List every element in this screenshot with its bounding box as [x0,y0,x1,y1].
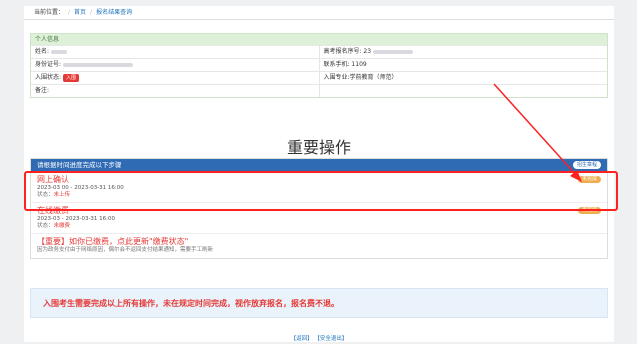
refresh-payment-link[interactable]: 【重要】如你已缴费，点此更新"缴费状态" [37,237,601,247]
table-row: 入围状态: 入围 入围专业:学前教育（师范） [31,71,607,84]
notice-text: 因为政务支付由于网络原因，偶尔会不返回支付结果通知，需要手工刷新 [37,247,214,253]
remark-cell: 备注: [35,87,50,94]
admission-status-cell: 入围状态: 入围 [31,72,319,84]
breadcrumb: 当前位置： / 首页 / 报名结果查询 [24,6,614,20]
step-time: 2023-03 - 2023-03-31 16:00 [37,216,116,222]
warning-box: 入围考生需要完成以上所有操作，未在规定时间完成，视作放弃报名，报名费不退。 [30,288,608,318]
payment-notice: 【重要】如你已缴费，点此更新"缴费状态" 因为政务支付由于网络原因，偶尔会不返回… [31,234,607,258]
logout-link[interactable]: 【安全退出】 [314,336,347,342]
redacted-value [51,50,68,54]
id-number-cell: 身份证号: [31,59,319,71]
personal-info-header: 个人信息 [31,34,607,45]
breadcrumb-page-link[interactable]: 报名结果查询 [96,9,132,16]
step-status: 状态：未缴费 [37,223,71,229]
exam-number-cell: 高考报名序号: 23 [318,46,608,58]
table-row: 备注: [31,84,607,97]
redacted-value [373,50,414,54]
breadcrumb-home-link[interactable]: 首页 [74,9,86,16]
table-row: 身份证号: 联系手机: 1109 [31,58,607,71]
personal-info-table: 个人信息 姓名: 高考报名序号: 23 身份证号: 联系手机: 1109 入围状… [30,33,608,98]
breadcrumb-current: 当前位置： [34,9,65,16]
redacted-value [63,63,134,67]
name-cell: 姓名: [31,46,319,58]
table-row: 姓名: 高考报名序号: 23 [31,45,607,58]
page-title: 重要操作 [286,138,351,157]
highlight-box [24,171,618,211]
phone-cell: 联系手机: 1109 [318,59,608,71]
empty-cell [318,85,608,97]
back-link[interactable]: 【返回】 [291,336,313,342]
status-badge: 入围 [63,74,80,82]
major-cell: 入围专业:学前教育（师范） [318,72,608,84]
footer-links: 【返回】 【安全退出】 [24,334,614,342]
admission-guide-button[interactable]: 招生章程 [572,161,601,169]
